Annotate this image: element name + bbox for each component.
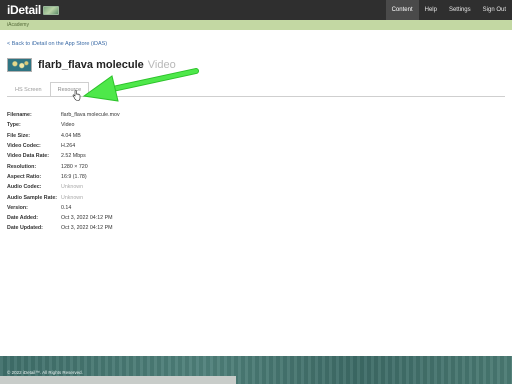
footer-copyright: © 2022 iDetail™. All Rights Reserved. bbox=[7, 370, 83, 375]
annotation-arrow-icon bbox=[82, 68, 199, 102]
footer-bottom-strip bbox=[0, 376, 236, 384]
hand-cursor-icon bbox=[72, 90, 81, 101]
